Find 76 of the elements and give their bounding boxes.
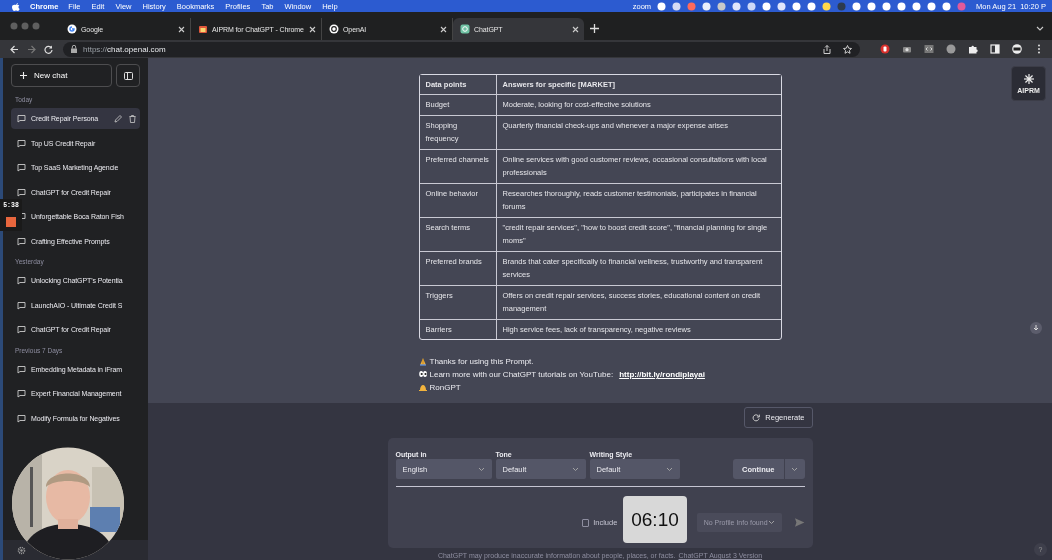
side-panel-icon[interactable] xyxy=(990,44,1000,54)
new-tab-icon[interactable] xyxy=(590,24,599,33)
menu-bar-icon[interactable] xyxy=(852,1,862,11)
share-icon[interactable] xyxy=(823,44,831,54)
menu-bar-icon[interactable] xyxy=(792,1,802,11)
menu-bar-icon[interactable] xyxy=(807,1,817,11)
refresh-icon xyxy=(752,413,761,422)
lock-icon xyxy=(71,45,77,53)
caret-icon xyxy=(571,466,579,472)
menu-bar-icon[interactable] xyxy=(912,1,922,11)
trash-icon[interactable] xyxy=(129,114,136,123)
address-bar[interactable]: https://chat.openai.com xyxy=(63,41,860,57)
new-chat-button[interactable]: New chat xyxy=(11,64,112,87)
tab-favicon-icon xyxy=(198,24,208,34)
reload-icon[interactable] xyxy=(44,44,53,54)
profile-extension-icon[interactable] xyxy=(946,44,956,54)
menu-bar-icon[interactable] xyxy=(882,1,892,11)
tab-favicon-icon xyxy=(460,24,470,34)
chat-bubble-icon xyxy=(17,138,26,148)
menu-bar-icon[interactable] xyxy=(717,1,727,11)
plus-icon xyxy=(20,72,27,79)
menu-bar-icon[interactable] xyxy=(927,1,937,11)
menu-bar-icon[interactable] xyxy=(867,1,877,11)
menu-bar-icon[interactable] xyxy=(672,1,682,11)
edit-icon[interactable] xyxy=(114,114,122,123)
menu-bar-icon[interactable] xyxy=(732,1,742,11)
caret-icon xyxy=(477,466,485,472)
chat-bubble-icon xyxy=(17,276,26,285)
gear-icon xyxy=(17,545,26,555)
camera-icon[interactable] xyxy=(902,44,912,54)
close-icon[interactable] xyxy=(572,25,579,33)
menu-bar-icon[interactable] xyxy=(657,1,667,11)
chat-bubble-icon xyxy=(17,236,26,246)
link[interactable]: http://bit.ly/rondiplayai xyxy=(619,370,705,379)
chat-bubble-icon xyxy=(17,325,26,334)
menu-bar-icon[interactable] xyxy=(747,1,757,11)
chat-bubble-icon xyxy=(17,389,26,398)
chat-bubble-icon xyxy=(17,187,26,197)
chat-bubble-icon xyxy=(17,364,26,374)
menu-bar-icon[interactable] xyxy=(777,1,787,11)
eyes-icon xyxy=(418,370,427,379)
extension-icon[interactable] xyxy=(880,44,890,54)
caret-icon xyxy=(791,466,798,472)
window-controls-icon xyxy=(10,22,40,30)
close-icon[interactable] xyxy=(178,25,185,33)
apple-icon[interactable] xyxy=(12,1,20,11)
chat-bubble-icon xyxy=(17,300,26,310)
menu-bar-icon[interactable] xyxy=(897,1,907,11)
chat-bubble-icon xyxy=(17,114,26,123)
menu-bar-icon[interactable] xyxy=(702,1,712,11)
tab-favicon-icon xyxy=(329,24,339,34)
sidebar-toggle-button[interactable] xyxy=(116,64,140,87)
forward-icon[interactable] xyxy=(27,44,36,54)
timer-overlay: 06:10 xyxy=(623,496,687,543)
url-text: https://chat.openai.com xyxy=(83,44,166,54)
code-icon[interactable] xyxy=(924,44,934,54)
scroll-down-icon[interactable] xyxy=(1030,322,1042,334)
message-text: Thanks for using this Prompt. xyxy=(429,357,534,366)
tab-favicon-icon xyxy=(67,24,77,34)
star-icon[interactable] xyxy=(843,44,852,54)
message-text: RonGPT xyxy=(429,383,461,392)
chat-bubble-icon xyxy=(17,163,26,172)
puzzle-icon[interactable] xyxy=(968,44,978,54)
back-icon[interactable] xyxy=(10,44,19,54)
menu-bar-icon[interactable] xyxy=(942,1,952,11)
checkbox[interactable] xyxy=(581,518,590,527)
caret-icon xyxy=(768,520,776,525)
chevron-down-icon[interactable] xyxy=(1036,26,1044,31)
menu-bar-icon[interactable] xyxy=(762,1,772,11)
close-icon[interactable] xyxy=(309,25,316,33)
sidebar-icon xyxy=(123,71,133,80)
message-text: Learn more with our ChatGPT tutorials on YouTube: xyxy=(429,370,614,379)
close-icon[interactable] xyxy=(440,25,447,33)
caret-icon xyxy=(665,466,673,472)
menu-bar-icon[interactable] xyxy=(822,1,832,11)
chat-bubble-icon xyxy=(17,413,26,423)
